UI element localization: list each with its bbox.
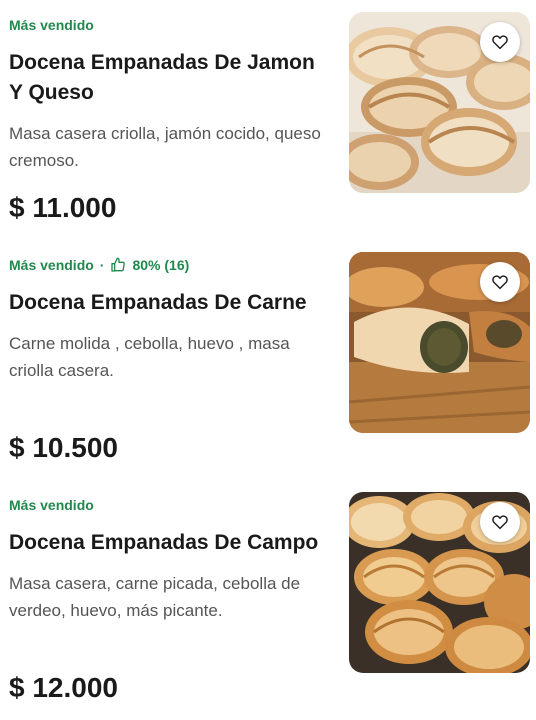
badge-row: Más vendido — [9, 14, 331, 36]
thumbs-up-icon — [111, 257, 126, 272]
product-info: Más vendido Docena Empanadas De Campo Ma… — [9, 494, 331, 624]
product-list: Más vendido Docena Empanadas De Jamon Y … — [0, 0, 536, 720]
product-price: $ 10.500 — [9, 432, 118, 463]
badge-row: Más vendido — [9, 494, 331, 516]
product-price: $ 12.000 — [9, 672, 118, 703]
product-price: $ 11.000 — [9, 192, 117, 223]
best-seller-badge: Más vendido — [9, 257, 94, 273]
product-description: Masa casera, carne picada, cebolla de ve… — [9, 574, 301, 620]
product-card[interactable]: Más vendido Docena Empanadas De Campo Ma… — [0, 480, 536, 720]
favorite-button[interactable] — [480, 22, 520, 62]
product-description: Masa casera criolla, jamón cocido, queso… — [9, 124, 321, 170]
badge-row: Más vendido · 80% (16) — [9, 254, 331, 276]
product-card[interactable]: Más vendido Docena Empanadas De Jamon Y … — [0, 0, 536, 240]
product-card[interactable]: Más vendido · 80% (16) Docena Empanadas … — [0, 240, 536, 480]
favorite-button[interactable] — [480, 502, 520, 542]
rating-text: 80% (16) — [132, 257, 190, 273]
product-title: Docena Empanadas De Campo — [9, 531, 319, 554]
best-seller-badge: Más vendido — [9, 497, 94, 513]
product-image[interactable] — [349, 252, 530, 433]
heart-icon — [492, 515, 508, 530]
heart-icon — [492, 35, 508, 50]
product-image[interactable] — [349, 12, 530, 193]
favorite-button[interactable] — [480, 262, 520, 302]
product-info: Más vendido Docena Empanadas De Jamon Y … — [9, 14, 331, 174]
badge-separator: · — [99, 257, 105, 273]
product-info: Más vendido · 80% (16) Docena Empanadas … — [9, 254, 331, 384]
heart-icon — [492, 275, 508, 290]
product-image[interactable] — [349, 492, 530, 673]
product-title: Docena Empanadas De Jamon Y Queso — [9, 51, 315, 104]
product-description: Carne molida , cebolla, huevo , masa cri… — [9, 334, 290, 380]
product-title: Docena Empanadas De Carne — [9, 291, 307, 314]
best-seller-badge: Más vendido — [9, 17, 94, 33]
